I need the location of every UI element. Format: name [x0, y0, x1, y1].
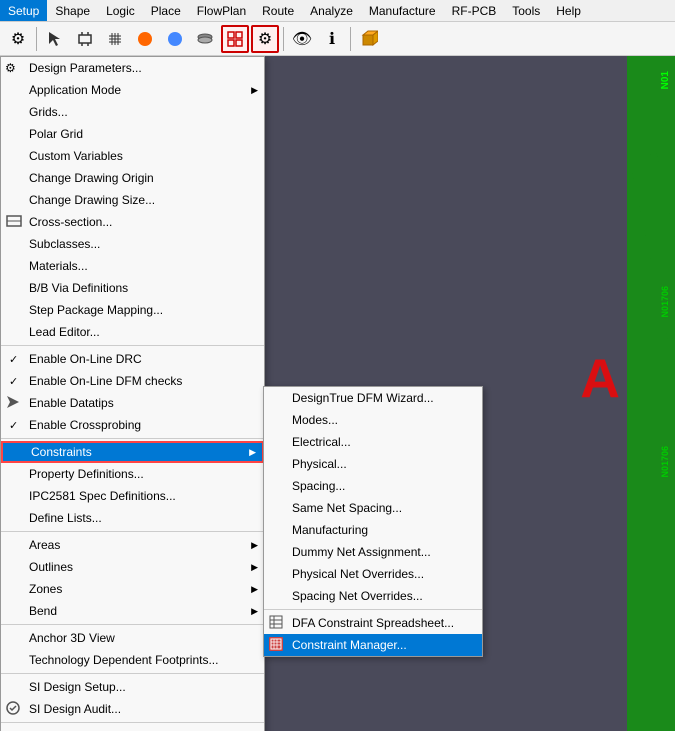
menu-flowplan[interactable]: FlowPlan [189, 0, 254, 21]
menu-item-online-dfm[interactable]: Enable On-Line DFM checks [1, 370, 264, 392]
menu-shape[interactable]: Shape [47, 0, 98, 21]
menu-item-datatips[interactable]: Enable Datatips [1, 392, 264, 414]
menu-item-tech-footprints[interactable]: Technology Dependent Footprints... [1, 649, 264, 671]
menu-item-change-origin[interactable]: Change Drawing Origin [1, 167, 264, 189]
menu-item-grids[interactable]: Grids... [1, 101, 264, 123]
submenu-item-constraint-manager[interactable]: Constraint Manager... [264, 634, 482, 656]
submenu-item-spacing[interactable]: Spacing... [264, 475, 482, 497]
submenu-item-dfa-spreadsheet[interactable]: DFA Constraint Spreadsheet... [264, 612, 482, 634]
menu-logic[interactable]: Logic [98, 0, 143, 21]
menu-manufacture[interactable]: Manufacture [361, 0, 444, 21]
menu-rfpcb[interactable]: RF-PCB [444, 0, 505, 21]
toolbar-btn-color2[interactable] [161, 25, 189, 53]
cross-section-icon [5, 212, 23, 233]
menu-item-lead-editor[interactable]: Lead Editor... [1, 321, 264, 343]
datatips-icon [5, 394, 21, 413]
separator-2 [1, 438, 264, 439]
submenu-item-physical[interactable]: Physical... [264, 453, 482, 475]
toolbar-btn-cursor[interactable] [41, 25, 69, 53]
submenu-item-modes[interactable]: Modes... [264, 409, 482, 431]
menu-item-areas[interactable]: Areas [1, 534, 264, 556]
toolbar-btn-layers[interactable] [191, 25, 219, 53]
toolbar-btn-component[interactable] [71, 25, 99, 53]
menu-item-design-params[interactable]: ⚙ Design Parameters... [1, 57, 264, 79]
main-canvas: N01 A N01706 N01706 ⚙ Design Parameters.… [0, 56, 675, 731]
menu-item-app-mode[interactable]: Application Mode [1, 79, 264, 101]
pcb-label-n01706-1: N01706 [660, 286, 670, 318]
menu-help[interactable]: Help [548, 0, 589, 21]
separator-5 [1, 673, 264, 674]
submenu-item-dfm-wizard[interactable]: DesignTrue DFM Wizard... [264, 387, 482, 409]
toolbar-btn-color1[interactable] [131, 25, 159, 53]
submenu-separator-1 [264, 609, 482, 610]
pcb-label-n01706-2: N01706 [660, 446, 670, 478]
menu-item-zones[interactable]: Zones [1, 578, 264, 600]
menubar: Setup Shape Logic Place FlowPlan Route A… [0, 0, 675, 22]
menu-item-step-pkg[interactable]: Step Package Mapping... [1, 299, 264, 321]
menu-item-datatip-custom[interactable]: Datatip Customization... [1, 725, 264, 731]
menu-tools[interactable]: Tools [504, 0, 548, 21]
separator-6 [1, 722, 264, 723]
toolbar-btn-settings[interactable]: ⚙ [251, 25, 279, 53]
submenu-item-spacing-net[interactable]: Spacing Net Overrides... [264, 585, 482, 607]
dfa-icon [268, 614, 284, 633]
submenu-item-manufacturing[interactable]: Manufacturing [264, 519, 482, 541]
si-audit-icon [5, 700, 21, 719]
constraints-submenu: DesignTrue DFM Wizard... Modes... Electr… [263, 386, 483, 657]
toolbar-btn-grid[interactable] [101, 25, 129, 53]
menu-item-si-setup[interactable]: SI Design Setup... [1, 676, 264, 698]
constraint-manager-icon [268, 636, 284, 655]
menu-item-si-audit[interactable]: SI Design Audit... [1, 698, 264, 720]
menu-item-outlines[interactable]: Outlines [1, 556, 264, 578]
toolbar-btn-3d[interactable] [355, 25, 383, 53]
gear-icon: ⚙ [5, 61, 16, 75]
setup-dropdown: ⚙ Design Parameters... Application Mode … [0, 56, 265, 731]
menu-item-bend[interactable]: Bend [1, 600, 264, 622]
menu-item-subclasses[interactable]: Subclasses... [1, 233, 264, 255]
menu-item-polar-grid[interactable]: Polar Grid [1, 123, 264, 145]
submenu-item-same-net-spacing[interactable]: Same Net Spacing... [264, 497, 482, 519]
menu-item-constraints[interactable]: Constraints [1, 441, 264, 463]
menu-item-ipc2581[interactable]: IPC2581 Spec Definitions... [1, 485, 264, 507]
menu-item-custom-vars[interactable]: Custom Variables [1, 145, 264, 167]
separator-3 [1, 531, 264, 532]
submenu-item-electrical[interactable]: Electrical... [264, 431, 482, 453]
toolbar-btn-info[interactable]: ℹ [318, 25, 346, 53]
menu-analyze[interactable]: Analyze [302, 0, 361, 21]
menu-item-crossprobing[interactable]: Enable Crossprobing [1, 414, 264, 436]
separator-1 [1, 345, 264, 346]
menu-setup[interactable]: Setup [0, 0, 47, 21]
submenu-item-physical-net[interactable]: Physical Net Overrides... [264, 563, 482, 585]
menu-route[interactable]: Route [254, 0, 302, 21]
menu-item-property-defs[interactable]: Property Definitions... [1, 463, 264, 485]
menu-item-change-size[interactable]: Change Drawing Size... [1, 189, 264, 211]
toolbar-btn-1[interactable]: ⚙ [4, 25, 32, 53]
submenu-item-dummy-net[interactable]: Dummy Net Assignment... [264, 541, 482, 563]
menu-item-online-drc[interactable]: Enable On-Line DRC [1, 348, 264, 370]
separator-4 [1, 624, 264, 625]
menu-item-cross-section[interactable]: Cross-section... [1, 211, 264, 233]
menu-item-define-lists[interactable]: Define Lists... [1, 507, 264, 529]
menu-place[interactable]: Place [143, 0, 189, 21]
pcb-label-a: A [580, 346, 620, 410]
toolbar-btn-grid2[interactable] [221, 25, 249, 53]
menu-item-anchor-3d[interactable]: Anchor 3D View [1, 627, 264, 649]
pcb-label-n01: N01 [660, 71, 671, 89]
toolbar-btn-eye[interactable]: 👁 [288, 25, 316, 53]
toolbar: ⚙ ⚙ 👁 ℹ [0, 22, 675, 56]
menu-item-materials[interactable]: Materials... [1, 255, 264, 277]
menu-item-bb-via[interactable]: B/B Via Definitions [1, 277, 264, 299]
